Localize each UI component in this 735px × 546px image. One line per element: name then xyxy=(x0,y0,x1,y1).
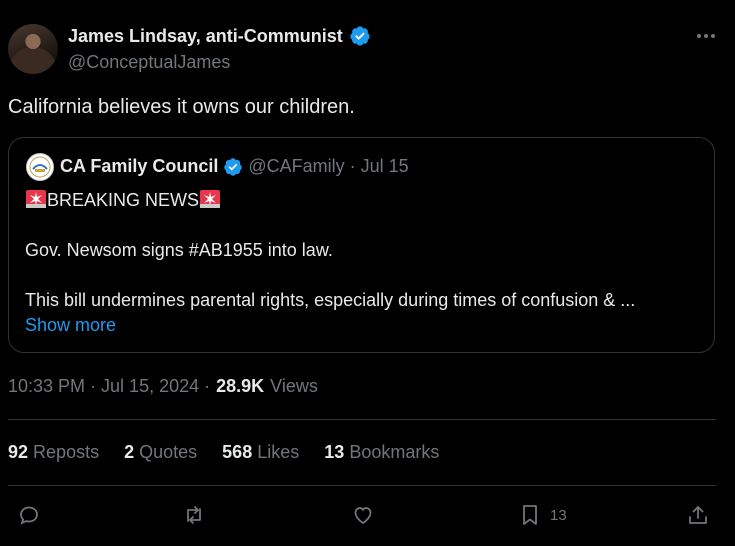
ca-family-logo-icon xyxy=(29,156,51,178)
verified-badge-icon xyxy=(350,26,370,46)
quote-breaking-text: BREAKING NEWS xyxy=(47,190,200,210)
quote-line-3: This bill undermines parental rights, es… xyxy=(25,290,636,310)
quote-line-breaking: BREAKING NEWS xyxy=(25,189,221,211)
reply-icon xyxy=(20,506,38,525)
timestamp[interactable]: 10:33 PM · Jul 15, 2024 · xyxy=(8,376,210,397)
tweet-text: California believes it owns our children… xyxy=(8,96,355,118)
more-options-button[interactable] xyxy=(692,26,720,46)
views-label: Views xyxy=(270,376,318,396)
share-button[interactable] xyxy=(686,500,710,530)
tweet-meta: 10:33 PM · Jul 15, 2024 · 28.9K Views xyxy=(8,376,318,397)
divider xyxy=(8,485,716,486)
quote-line-2: Gov. Newsom signs #AB1955 into law. xyxy=(25,240,333,260)
like-button[interactable] xyxy=(351,500,375,530)
quote-header: CA Family Council @CAFamily · Jul 15 xyxy=(60,156,409,177)
stat-likes[interactable]: 568 Likes xyxy=(222,442,299,463)
stat-quotes[interactable]: 2 Quotes xyxy=(124,442,197,463)
siren-icon xyxy=(200,190,221,208)
bookmark-icon xyxy=(523,505,537,525)
share-icon xyxy=(689,506,707,524)
engagement-stats: 92 Reposts 2 Quotes 568 Likes 13 Bookmar… xyxy=(8,442,464,463)
stat-bookmarks[interactable]: 13 Bookmarks xyxy=(324,442,439,463)
repost-icon xyxy=(187,506,201,524)
quote-author-handle: @CAFamily xyxy=(248,156,345,176)
author-avatar[interactable] xyxy=(8,24,58,74)
author-name-row[interactable]: James Lindsay, anti-Communist xyxy=(68,25,371,47)
verified-badge-icon xyxy=(224,157,243,176)
views-count: 28.9K xyxy=(216,376,265,396)
bookmark-count: 13 xyxy=(550,506,567,524)
quote-author-name: CA Family Council xyxy=(60,156,219,176)
quote-author-avatar xyxy=(26,153,54,181)
stat-reposts[interactable]: 92 Reposts xyxy=(8,442,99,463)
repost-button[interactable] xyxy=(182,500,206,530)
show-more-link[interactable]: Show more xyxy=(25,315,116,336)
quote-date: · Jul 15 xyxy=(349,156,409,176)
like-icon xyxy=(354,507,372,525)
author-handle[interactable]: @ConceptualJames xyxy=(68,52,230,73)
siren-icon xyxy=(26,190,46,208)
author-name[interactable]: James Lindsay, anti-Communist xyxy=(68,26,343,47)
bookmark-button[interactable]: 13 xyxy=(518,500,567,530)
more-icon xyxy=(697,34,715,38)
divider xyxy=(8,419,716,420)
reply-button[interactable] xyxy=(17,500,41,530)
